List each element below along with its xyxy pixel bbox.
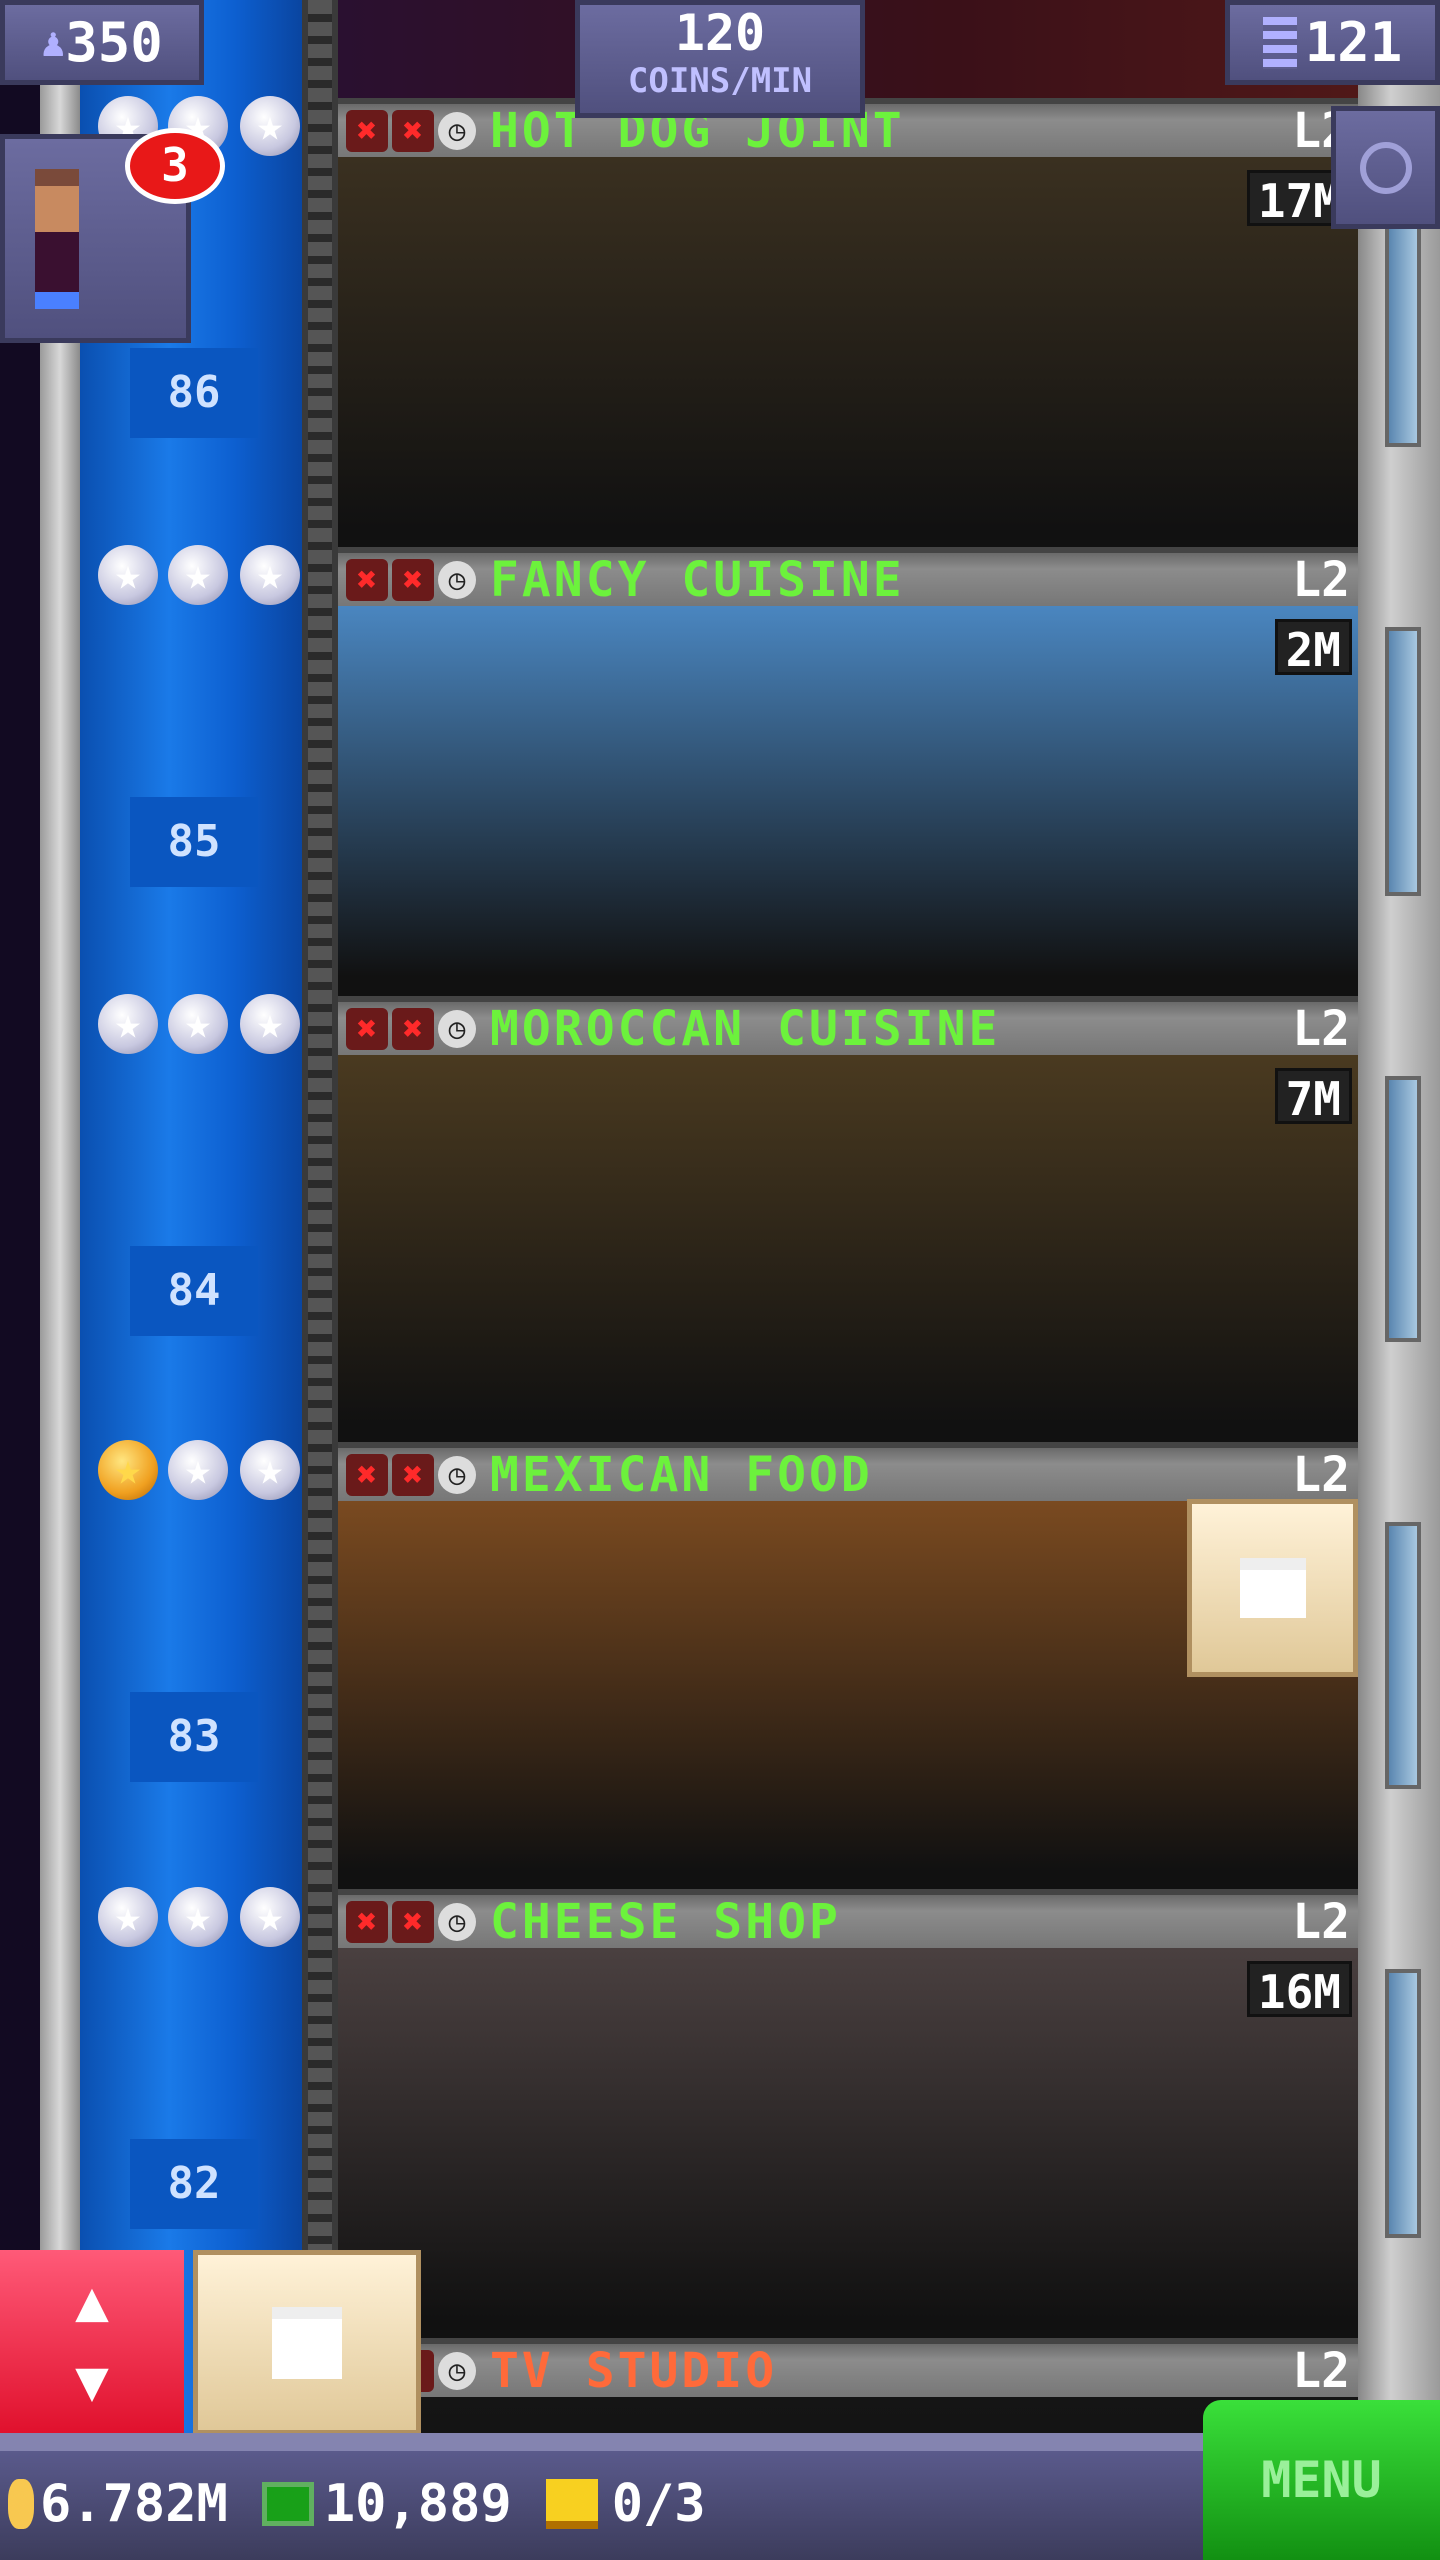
coins-per-min-value: 120 bbox=[674, 4, 766, 62]
no-worker-icon: ✖ bbox=[392, 1007, 434, 1050]
gold-star-icon: ★ bbox=[98, 1440, 158, 1500]
no-worker-icon: ✖ bbox=[392, 1453, 434, 1496]
bux-icon bbox=[261, 2481, 314, 2526]
no-worker-icon: ✖ bbox=[346, 1900, 388, 1943]
building-frame bbox=[302, 0, 338, 2560]
up-down-arrows-icon: ▲ ▼ bbox=[75, 2269, 109, 2414]
star-icon: ★ bbox=[98, 994, 158, 1054]
floor-number: 83 bbox=[130, 1692, 258, 1782]
population-badge[interactable]: ♟ 350 bbox=[0, 0, 204, 85]
coins-per-min-label: COINS/MIN bbox=[627, 61, 813, 101]
star-icon: ★ bbox=[168, 545, 228, 605]
elevator-button[interactable]: ▲ ▼ bbox=[0, 2250, 184, 2435]
floor-number: 86 bbox=[130, 348, 258, 438]
magnifier-icon bbox=[1359, 141, 1412, 194]
floor-header[interactable]: ✖ ✖ ◷ TV STUDIO L2 bbox=[338, 2338, 1358, 2399]
floor-count-value: 121 bbox=[1304, 11, 1403, 74]
floor-name: CHEESE SHOP bbox=[490, 1893, 841, 1950]
building-window bbox=[1385, 1969, 1421, 2238]
clock-icon: ◷ bbox=[438, 560, 476, 599]
building-window bbox=[1385, 627, 1421, 896]
avatar bbox=[35, 169, 79, 309]
coin-icon bbox=[8, 2478, 34, 2529]
notification-badge: 3 bbox=[125, 128, 225, 204]
delivery-button[interactable] bbox=[193, 2250, 421, 2435]
floor-name: FANCY CUISINE bbox=[490, 551, 905, 608]
search-button[interactable] bbox=[1331, 106, 1440, 229]
star-icon: ★ bbox=[168, 1887, 228, 1947]
floor-scene[interactable] bbox=[338, 606, 1358, 996]
floor-name: MOROCCAN CUISINE bbox=[490, 1000, 1001, 1057]
building-icon bbox=[1262, 16, 1297, 69]
building-window bbox=[1385, 1076, 1421, 1342]
floor-name: MEXICAN FOOD bbox=[490, 1446, 873, 1503]
star-icon: ★ bbox=[98, 1887, 158, 1947]
floor-header[interactable]: ✖ ✖ ◷ MOROCCAN CUISINE L2 7M bbox=[338, 996, 1358, 1126]
elevator-rail bbox=[40, 0, 80, 2560]
floor-header[interactable]: ✖ ✖ ◷ FANCY CUISINE L2 2M bbox=[338, 547, 1358, 677]
restock-timer: 7M bbox=[1274, 1068, 1352, 1126]
bux-value: 10,889 bbox=[323, 2473, 512, 2534]
floor-level: L2 bbox=[1292, 2342, 1350, 2399]
floor-scene[interactable] bbox=[338, 1055, 1358, 1442]
floor-scene[interactable] bbox=[338, 1948, 1358, 2338]
star-icon: ★ bbox=[98, 545, 158, 605]
no-worker-icon: ✖ bbox=[392, 109, 434, 152]
no-worker-icon: ✖ bbox=[392, 1900, 434, 1943]
floor-level: L2 bbox=[1292, 1893, 1350, 1950]
tickets-value: 0/3 bbox=[611, 2473, 706, 2534]
coins-value: 6.782M bbox=[40, 2473, 228, 2534]
mexican-food-delivery-button[interactable] bbox=[1187, 1499, 1358, 1677]
coins-per-min-badge: 120 COINS/MIN bbox=[575, 0, 865, 118]
star-icon: ★ bbox=[168, 1440, 228, 1500]
menu-button[interactable]: MENU bbox=[1203, 2400, 1440, 2560]
star-icon: ★ bbox=[168, 994, 228, 1054]
population-value: 350 bbox=[65, 11, 163, 74]
floor-number: 84 bbox=[130, 1246, 258, 1336]
floor-level: L2 bbox=[1292, 1000, 1350, 1057]
star-icon: ★ bbox=[240, 1887, 300, 1947]
floor-number: 85 bbox=[130, 797, 258, 887]
bucket-icon bbox=[1239, 1558, 1306, 1618]
floor-scene[interactable] bbox=[338, 157, 1358, 547]
floor-level: L2 bbox=[1292, 551, 1350, 608]
clock-icon: ◷ bbox=[438, 1009, 476, 1048]
restock-timer: 2M bbox=[1274, 619, 1352, 677]
floor-name: TV STUDIO bbox=[490, 2342, 778, 2399]
star-icon: ★ bbox=[240, 545, 300, 605]
floor-header[interactable]: ✖ ✖ ◷ CHEESE SHOP L2 16M bbox=[338, 1889, 1358, 2019]
no-worker-icon: ✖ bbox=[392, 558, 434, 601]
star-icon: ★ bbox=[240, 994, 300, 1054]
clock-icon: ◷ bbox=[438, 1455, 476, 1494]
star-icon: ★ bbox=[240, 96, 300, 156]
clock-icon: ◷ bbox=[438, 111, 476, 150]
no-worker-icon: ✖ bbox=[346, 1453, 388, 1496]
restock-timer: 16M bbox=[1246, 1961, 1352, 2019]
star-icon: ★ bbox=[240, 1440, 300, 1500]
no-worker-icon: ✖ bbox=[346, 1007, 388, 1050]
person-icon: ♟ bbox=[41, 19, 66, 66]
bucket-icon bbox=[272, 2306, 342, 2379]
clock-icon: ◷ bbox=[438, 1902, 476, 1941]
floor-number: 82 bbox=[130, 2139, 258, 2229]
ticket-icon bbox=[545, 2478, 598, 2529]
floor-count-badge[interactable]: 121 bbox=[1225, 0, 1440, 85]
no-worker-icon: ✖ bbox=[346, 558, 388, 601]
building-window bbox=[1385, 1522, 1421, 1789]
floor-header[interactable]: ✖ ✖ ◷ MEXICAN FOOD L2 bbox=[338, 1442, 1358, 1503]
floor-level: L2 bbox=[1292, 1446, 1350, 1503]
no-worker-icon: ✖ bbox=[346, 109, 388, 152]
clock-icon: ◷ bbox=[438, 2351, 476, 2390]
